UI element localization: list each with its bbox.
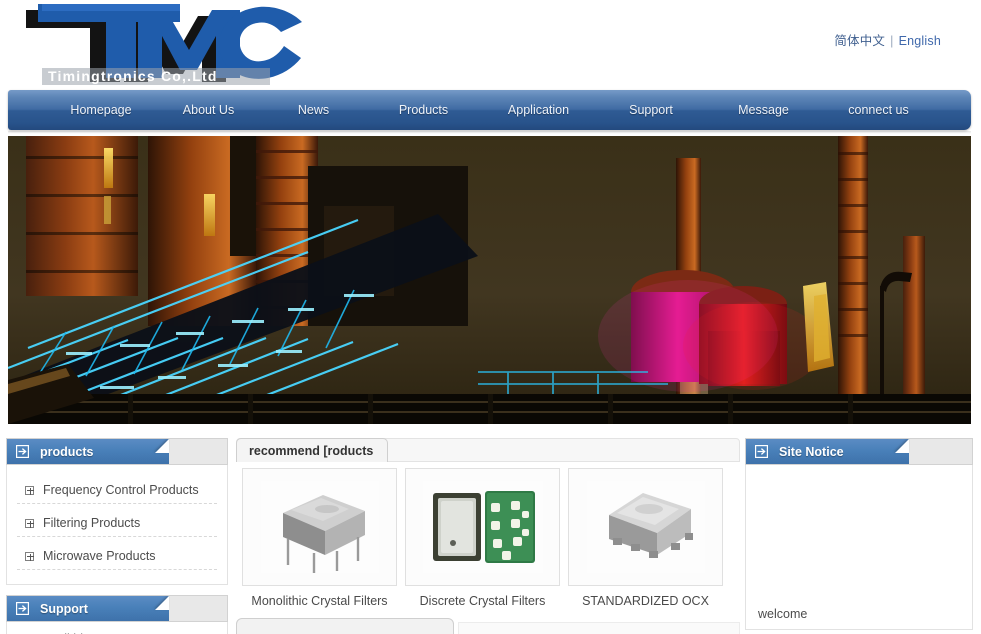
nav-link-news[interactable]: News (261, 90, 366, 130)
tab-recommend-products[interactable]: recommend [roducts (236, 438, 389, 462)
nav-link-about-us[interactable]: About Us (156, 90, 261, 130)
metal-smd-oscillator-photo (586, 481, 705, 573)
metal-can-oscillator-photo (260, 481, 379, 573)
product-thumbnail (568, 468, 723, 586)
hero-banner[interactable] (8, 136, 971, 424)
expand-plus-icon[interactable] (25, 485, 34, 495)
products-panel-title: products (40, 444, 94, 459)
nav-item-message[interactable]: Message (706, 90, 821, 130)
nav-item-support[interactable]: Support (596, 90, 706, 130)
recommend-tabs: recommend [roducts (236, 438, 740, 462)
site-logo[interactable]: Timingtronics Co,.Ltd (12, 2, 312, 88)
product-category-label: Filtering Products (43, 516, 141, 530)
product-card[interactable]: STANDARDIZED OCX (568, 468, 723, 608)
product-category-label: Frequency Control Products (43, 483, 199, 497)
smd-crystal-and-pcb-photo (422, 481, 543, 573)
product-thumbnail (242, 468, 397, 586)
products-list: Frequency Control Products Filtering Pro… (7, 465, 227, 584)
site-notice-title: Site Notice (779, 444, 844, 459)
main-navigation: Homepage About Us News Products Applicat… (8, 90, 971, 130)
nav-item-products[interactable]: Products (366, 90, 481, 130)
support-panel: Support Monolithic Crys (6, 595, 228, 634)
nav-item-homepage[interactable]: Homepage (46, 90, 156, 130)
product-card[interactable]: Monolithic Crystal Filters (242, 468, 397, 608)
secondary-tab-strip (458, 622, 740, 634)
page-root: Timingtronics Co,.Ltd 简体中文 | English Homep… (0, 0, 981, 634)
nav-link-connect-us[interactable]: connect us (821, 90, 936, 130)
support-panel-body: Monolithic Crys (6, 622, 228, 634)
product-thumbnail (405, 468, 560, 586)
hero-image (8, 136, 971, 424)
site-notice-body: welcome (745, 465, 973, 630)
site-notice-panel: Site Notice welcome (745, 438, 973, 630)
list-item[interactable]: Frequency Control Products (17, 477, 217, 504)
panel-arrow-icon (755, 445, 768, 458)
panel-arrow-icon (16, 602, 29, 615)
product-caption: Discrete Crystal Filters (419, 594, 546, 608)
language-switcher: 简体中文 | English (834, 30, 941, 49)
lang-link-chinese[interactable]: 简体中文 (834, 34, 885, 48)
nav-link-application[interactable]: Application (481, 90, 596, 130)
list-item[interactable]: Filtering Products (17, 510, 217, 537)
panel-arrow-icon (16, 445, 29, 458)
recommended-products-row: Monolithic Crystal Filters Discrete Crys… (236, 462, 740, 608)
main-content: recommend [roducts Monolithic Crystal Fi… (236, 438, 740, 634)
expand-plus-icon[interactable] (25, 518, 34, 528)
lang-link-english[interactable]: English (899, 34, 941, 48)
site-header: Timingtronics Co,.Ltd 简体中文 | English (0, 0, 981, 88)
secondary-tab[interactable] (236, 618, 454, 634)
nav-link-products[interactable]: Products (366, 90, 481, 130)
support-panel-title: Support (40, 601, 88, 616)
nav-item-application[interactable]: Application (481, 90, 596, 130)
product-caption: STANDARDIZED OCX (582, 594, 709, 608)
right-sidebar: Site Notice welcome (745, 438, 973, 630)
nav-link-homepage[interactable]: Homepage (46, 90, 156, 130)
product-category-label: Microwave Products (43, 549, 156, 563)
site-notice-header[interactable]: Site Notice (745, 438, 973, 465)
support-panel-header[interactable]: Support (6, 595, 228, 622)
svg-text:Timingtronics Co,.Ltd: Timingtronics Co,.Ltd (48, 68, 218, 84)
product-caption: Monolithic Crystal Filters (251, 594, 388, 608)
nav-link-message[interactable]: Message (706, 90, 821, 130)
nav-link-support[interactable]: Support (596, 90, 706, 130)
tab-label: recommend [roducts (249, 443, 374, 458)
secondary-tab-row (236, 618, 740, 634)
list-item[interactable]: Monolithic Crys (21, 628, 217, 634)
expand-plus-icon[interactable] (25, 551, 34, 561)
nav-item-connect-us[interactable]: connect us (821, 90, 936, 130)
nav-item-news[interactable]: News (261, 90, 366, 130)
products-panel-header[interactable]: products (6, 438, 228, 465)
logo-artwork: Timingtronics Co,.Ltd (26, 4, 302, 85)
nav-item-about-us[interactable]: About Us (156, 90, 261, 130)
left-sidebar: products Frequency Control Products Filt… (6, 438, 228, 634)
product-card[interactable]: Discrete Crystal Filters (405, 468, 560, 608)
list-item[interactable]: Microwave Products (17, 543, 217, 570)
support-list: Monolithic Crys (7, 622, 227, 634)
products-panel-body: Frequency Control Products Filtering Pro… (6, 465, 228, 585)
nav-shadow (8, 131, 971, 134)
site-notice-text: welcome (758, 607, 808, 621)
nav-list: Homepage About Us News Products Applicat… (8, 90, 971, 130)
lang-separator: | (890, 34, 894, 48)
products-panel: products Frequency Control Products Filt… (6, 438, 228, 585)
